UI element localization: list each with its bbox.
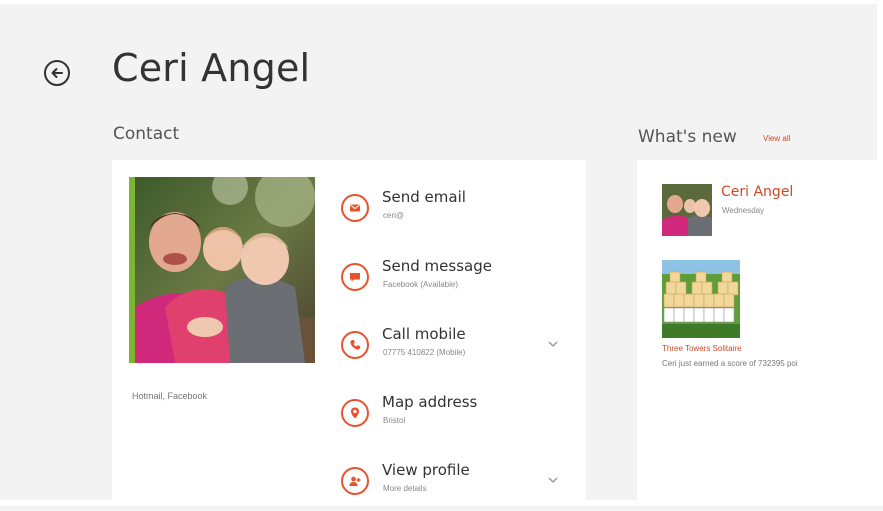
chat-icon [341, 263, 369, 291]
back-button[interactable] [44, 60, 70, 86]
solitaire-image [662, 260, 740, 338]
news-avatar[interactable] [662, 184, 712, 236]
chevron-down-icon[interactable] [547, 475, 559, 485]
call-mobile-action[interactable]: Call mobile 07775 410822 (Mobile) [341, 325, 571, 375]
contact-card: Hotmail, Facebook Send email ceri@ Send … [112, 160, 586, 506]
view-all-link[interactable]: View all [763, 134, 790, 143]
map-address-sub: Bristol [383, 416, 406, 425]
chevron-down-icon[interactable] [547, 339, 559, 349]
contact-section-label: Contact [113, 124, 180, 144]
game-description: Ceri just earned a score of 732395 poi [662, 359, 798, 368]
contact-photo [129, 177, 315, 363]
phone-icon [341, 331, 369, 359]
whats-new-section-label: What's new [638, 127, 737, 147]
family-photo-image [135, 177, 315, 363]
view-profile-label: View profile [382, 461, 470, 479]
send-email-action[interactable]: Send email ceri@ [341, 188, 571, 238]
back-arrow-icon [51, 68, 63, 78]
window-top-edge [0, 0, 883, 4]
photo-sources-text: Hotmail, Facebook [132, 391, 208, 401]
game-thumbnail[interactable] [662, 260, 740, 338]
mail-icon [341, 194, 369, 222]
send-message-label: Send message [382, 257, 492, 275]
send-email-label: Send email [382, 188, 466, 206]
send-message-action[interactable]: Send message Facebook (Available) [341, 257, 571, 307]
whats-new-panel: Ceri Angel Wednesday Three Towers Solita… [637, 160, 877, 506]
map-address-label: Map address [382, 393, 478, 411]
call-mobile-label: Call mobile [382, 325, 466, 343]
news-contact-name[interactable]: Ceri Angel [721, 184, 793, 200]
view-profile-action[interactable]: View profile More details [341, 461, 571, 511]
news-day: Wednesday [722, 206, 765, 215]
profile-icon [341, 467, 369, 495]
view-profile-sub: More details [383, 484, 427, 493]
call-mobile-sub: 07775 410822 (Mobile) [383, 348, 466, 357]
map-pin-icon [341, 399, 369, 427]
game-title[interactable]: Three Towers Solitaire [662, 344, 741, 353]
avatar-image [662, 184, 712, 236]
map-address-action[interactable]: Map address Bristol [341, 393, 571, 443]
page-title: Ceri Angel [112, 46, 311, 90]
window-right-edge [877, 0, 883, 506]
send-email-sub: ceri@ [383, 211, 405, 220]
send-message-sub: Facebook (Available) [383, 280, 459, 289]
